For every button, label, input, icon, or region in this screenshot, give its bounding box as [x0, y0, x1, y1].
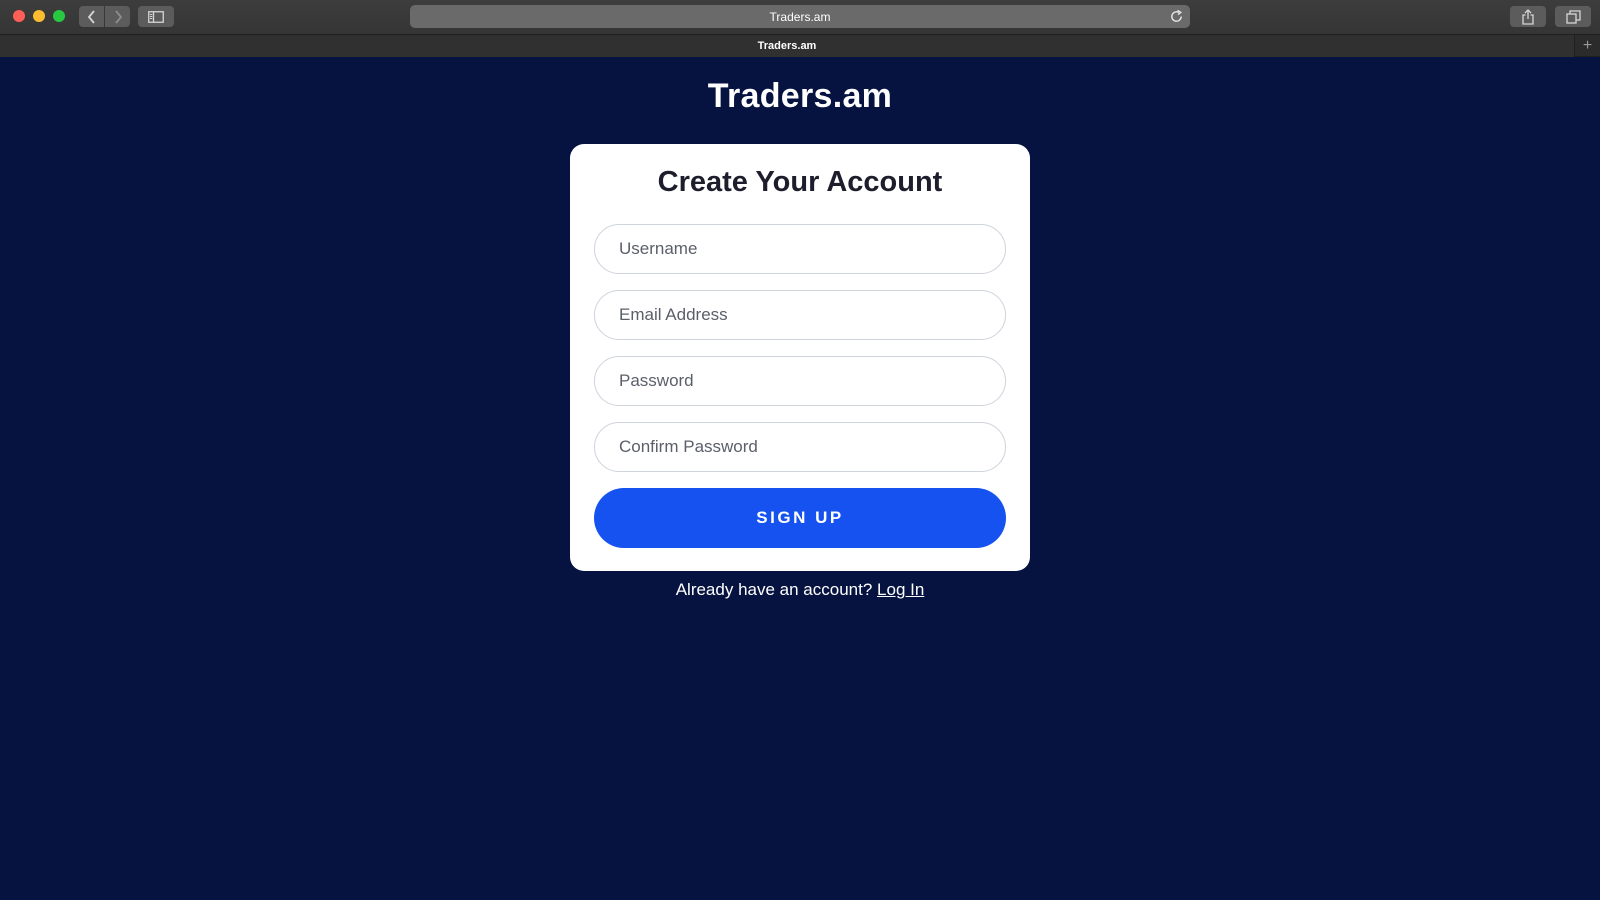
forward-button[interactable]: [105, 6, 130, 27]
window-close-button[interactable]: [13, 10, 25, 22]
form-heading: Create Your Account: [657, 166, 943, 198]
username-input[interactable]: [594, 224, 1006, 274]
tab-bar: Traders.am +: [0, 34, 1600, 57]
login-link[interactable]: Log In: [877, 580, 924, 599]
chevron-right-icon: [114, 9, 122, 24]
chevron-left-icon: [87, 9, 95, 24]
tab-title: Traders.am: [757, 40, 817, 52]
share-icon: [1522, 8, 1534, 25]
browser-titlebar: Traders.am: [0, 0, 1600, 34]
login-prompt-line: Already have an account? Log In: [0, 580, 1600, 600]
back-button[interactable]: [79, 6, 104, 27]
share-button[interactable]: [1510, 6, 1546, 27]
sidebar-icon: [148, 10, 164, 23]
window-maximize-button[interactable]: [53, 10, 65, 22]
password-input[interactable]: [594, 356, 1006, 406]
reload-icon[interactable]: [1169, 9, 1184, 24]
address-bar[interactable]: Traders.am: [410, 5, 1190, 28]
plus-icon: +: [1582, 37, 1593, 54]
tab-overview-button[interactable]: [1555, 6, 1591, 27]
signup-card: Create Your Account SIGN UP: [570, 144, 1030, 571]
address-text: Traders.am: [769, 9, 831, 24]
login-prompt-text: Already have an account?: [675, 580, 873, 599]
email-input[interactable]: [594, 290, 1006, 340]
page-viewport: Traders.am Create Your Account SIGN UP A…: [0, 57, 1600, 900]
new-tab-button[interactable]: +: [1574, 35, 1600, 57]
signup-button[interactable]: SIGN UP: [594, 488, 1006, 548]
tab-traders[interactable]: Traders.am: [0, 35, 1574, 57]
confirm-password-input[interactable]: [594, 422, 1006, 472]
site-title: Traders.am: [707, 77, 893, 115]
tabs-icon: [1565, 9, 1581, 24]
window-minimize-button[interactable]: [33, 10, 45, 22]
sidebar-toggle-button[interactable]: [138, 6, 174, 27]
